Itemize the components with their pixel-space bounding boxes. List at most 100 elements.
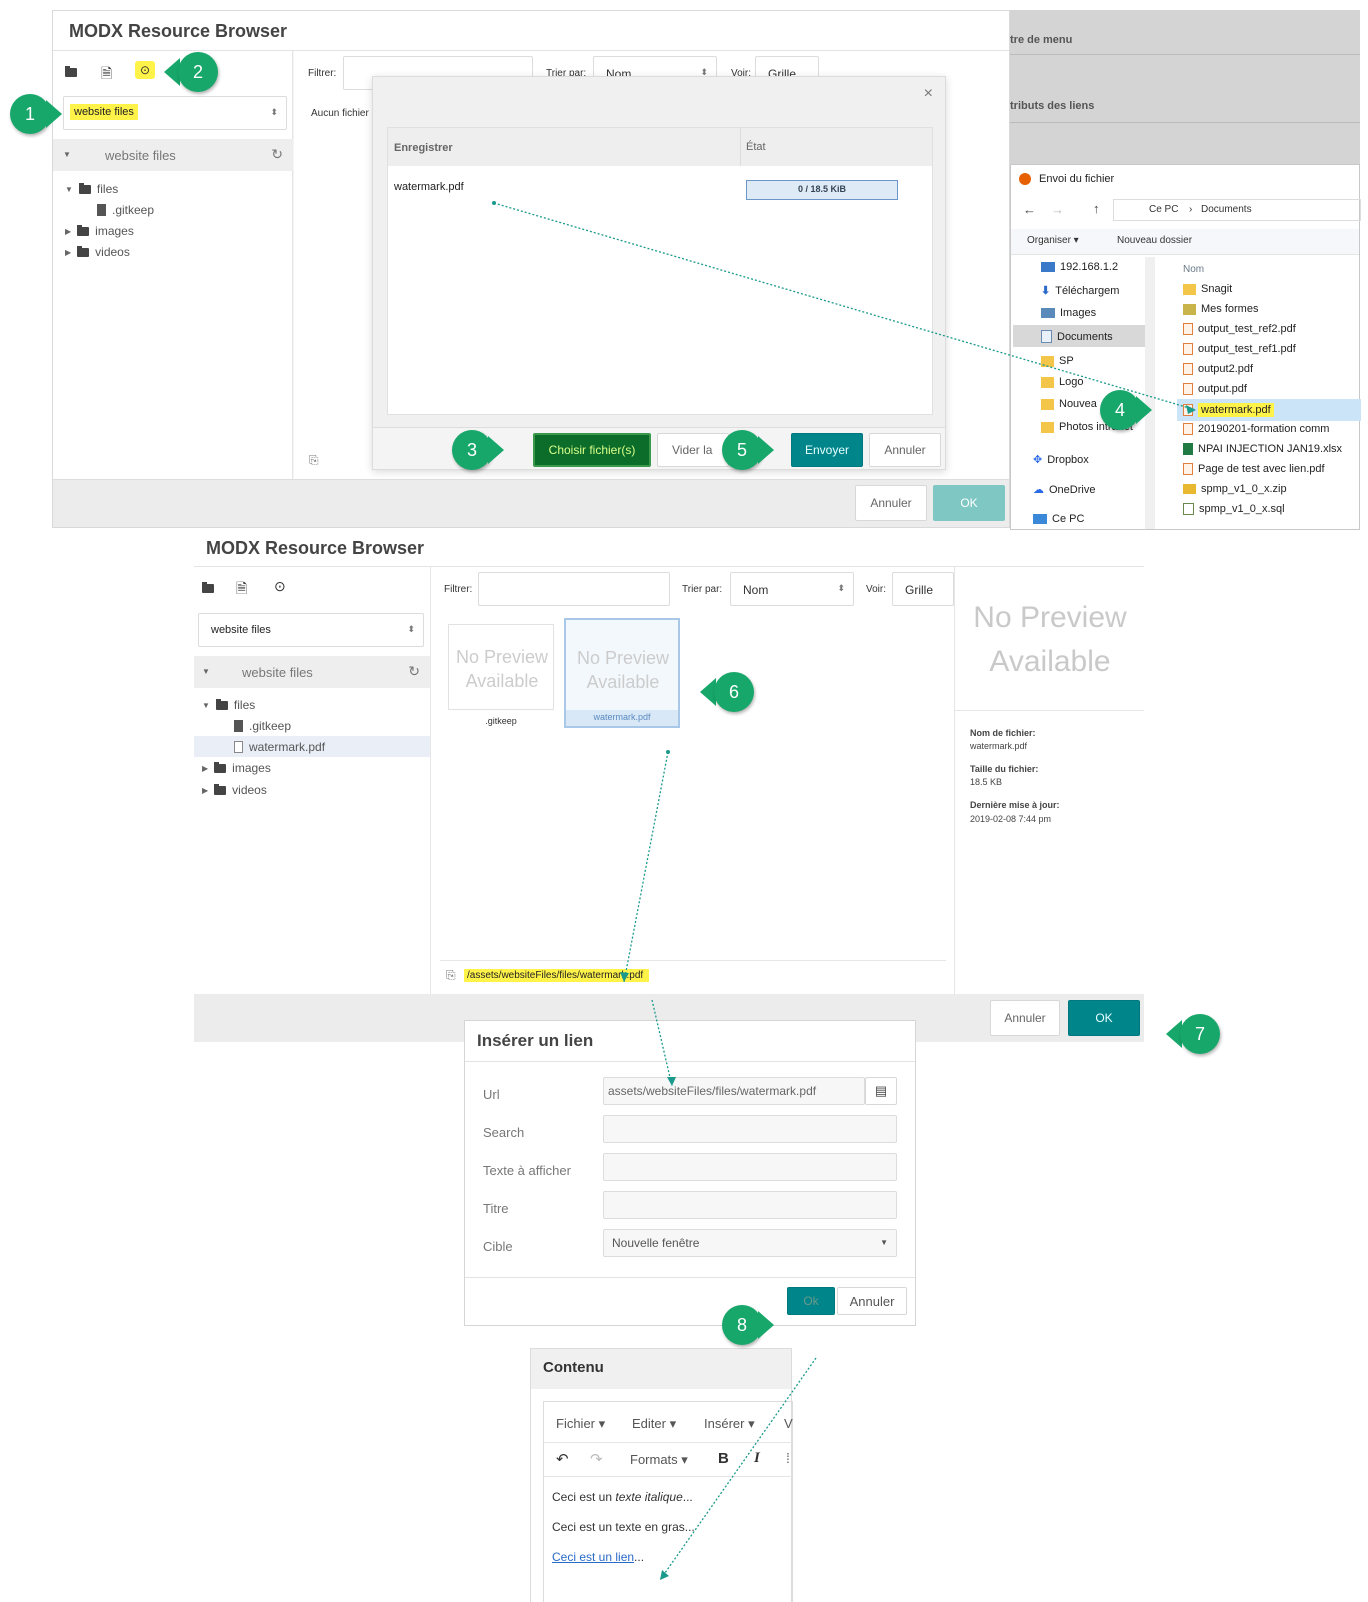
tree-item-gitkeep[interactable]: .gitkeep <box>234 719 291 733</box>
content-line-italic[interactable]: Ceci est un texte italique... <box>552 1490 693 1504</box>
tree-item-files[interactable]: ▼ files <box>202 698 255 712</box>
new-folder-button[interactable]: Nouveau dossier <box>1117 235 1192 246</box>
nav-item[interactable]: Nouvea <box>1041 398 1097 410</box>
view-select[interactable]: Grille <box>892 572 954 606</box>
file-item[interactable]: output.pdf <box>1183 383 1247 395</box>
refresh-icon[interactable]: ↻ <box>271 146 283 163</box>
menu-insert[interactable]: Insérer ▾ <box>704 1416 755 1432</box>
nav-item[interactable]: SP <box>1041 355 1074 367</box>
ok-button[interactable]: Ok <box>787 1287 835 1315</box>
cancel-button[interactable]: Annuler <box>869 433 941 467</box>
sort-select[interactable]: Nom ⬍ <box>730 572 854 606</box>
organize-button[interactable]: Organiser ▾ <box>1027 235 1079 246</box>
tree-item-images[interactable]: ▶ images <box>202 761 271 775</box>
nav-item-documents[interactable]: Documents <box>1041 330 1113 343</box>
file-item[interactable]: Page de test avec lien.pdf <box>1183 463 1325 475</box>
italic-button[interactable]: I <box>754 1450 760 1467</box>
menu-view[interactable]: V <box>784 1416 793 1431</box>
target-select[interactable]: Nouvelle fenêtre ▼ <box>603 1229 897 1257</box>
redo-icon[interactable]: ↷ <box>590 1450 603 1468</box>
content-line-link[interactable]: Ceci est un lien... <box>552 1550 644 1564</box>
file-item-watermark[interactable]: watermark.pdf <box>1183 403 1274 417</box>
title-divider <box>194 566 1144 567</box>
file-icon[interactable]: 🗎 <box>236 578 247 602</box>
nav-item[interactable]: ✥ Dropbox <box>1033 453 1089 467</box>
tree-header[interactable]: ▼ website files ↻ <box>194 656 430 688</box>
search-input[interactable] <box>603 1115 897 1143</box>
menu-file[interactable]: Fichier ▾ <box>556 1416 605 1432</box>
nav-item[interactable]: Logo <box>1041 376 1083 388</box>
folder-icon[interactable] <box>202 582 214 596</box>
menu-edit[interactable]: Editer ▾ <box>632 1416 676 1432</box>
cancel-button[interactable]: Annuler <box>837 1287 907 1315</box>
back-icon[interactable]: ← <box>1023 202 1036 217</box>
progress-text: 0 / 18.5 KiB <box>797 184 847 194</box>
url-input[interactable]: assets/websiteFiles/files/watermark.pdf <box>603 1077 865 1105</box>
step-badge-5: 5 <box>722 430 782 470</box>
forward-icon[interactable]: → <box>1051 202 1064 217</box>
filter-input[interactable] <box>478 572 670 606</box>
content-editor: Contenu Fichier ▾ Editer ▾ Insérer ▾ V ↶… <box>530 1348 793 1602</box>
choose-files-button[interactable]: Choisir fichier(s) <box>533 433 651 467</box>
nav-item[interactable]: ☁ OneDrive <box>1033 483 1095 497</box>
file-item[interactable]: output_test_ref1.pdf <box>1183 343 1296 355</box>
refresh-icon[interactable]: ↻ <box>408 663 420 680</box>
thumbnail-gitkeep[interactable]: No Preview Available <box>448 624 554 710</box>
tree-label: images <box>232 761 271 775</box>
file-label: output.pdf <box>1198 383 1247 395</box>
tree-item-images[interactable]: ▶ images <box>65 224 134 238</box>
tree-item-videos[interactable]: ▶ videos <box>202 783 267 797</box>
nav-item[interactable]: Images <box>1041 307 1096 319</box>
tree-item-gitkeep[interactable]: .gitkeep <box>97 203 154 217</box>
pdf-icon <box>1183 383 1193 395</box>
background-menu: tre de menu tributs des liens <box>1010 10 1360 170</box>
file-item[interactable]: Snagit <box>1183 283 1232 295</box>
tree-label: .gitkeep <box>112 203 155 217</box>
file-item[interactable]: 20190201-formation comm <box>1183 423 1329 435</box>
text-input[interactable] <box>603 1153 897 1181</box>
tree-item-files[interactable]: ▼ files <box>65 182 118 196</box>
ok-button[interactable]: OK <box>1068 1000 1140 1036</box>
tree-item-videos[interactable]: ▶ videos <box>65 245 130 259</box>
title-input[interactable] <box>603 1191 897 1219</box>
file-icon[interactable]: 🗎 <box>101 63 112 87</box>
undo-icon[interactable]: ↶ <box>556 1450 569 1468</box>
caret-right-icon: ▶ <box>65 226 72 236</box>
file-item[interactable]: NPAI INJECTION JAN19.xlsx <box>1183 443 1342 455</box>
nav-item[interactable]: 192.168.1.2 <box>1041 261 1118 273</box>
cancel-button[interactable]: Annuler <box>990 1000 1060 1036</box>
nav-item[interactable]: Ce PC <box>1033 513 1084 525</box>
file-item[interactable]: spmp_v1_0_x.zip <box>1183 483 1287 495</box>
send-button[interactable]: Envoyer <box>791 433 863 467</box>
bold-button[interactable]: B <box>718 1450 729 1467</box>
thumbnail-watermark[interactable]: No Preview Available watermark.pdf <box>564 618 680 728</box>
upload-icon[interactable]: ⊙ <box>274 578 286 595</box>
badge-circle: 6 <box>714 672 754 712</box>
tree-item-watermark[interactable]: watermark.pdf <box>234 740 325 754</box>
file-item[interactable]: output_test_ref2.pdf <box>1183 323 1296 335</box>
clear-button[interactable]: Vider la <box>657 433 729 467</box>
up-icon[interactable]: ↑ <box>1093 201 1100 216</box>
source-select[interactable]: website files ⬍ <box>63 96 287 130</box>
more-icon[interactable]: ⁞ <box>786 1450 790 1466</box>
file-item[interactable]: spmp_v1_0_x.sql <box>1183 503 1285 515</box>
source-select[interactable]: website files ⬍ <box>198 613 424 647</box>
text-link[interactable]: Ceci est un lien <box>552 1550 634 1564</box>
file-item[interactable]: Mes formes <box>1183 303 1258 315</box>
ok-button[interactable]: OK <box>933 485 1005 521</box>
upload-icon[interactable]: ⊙ <box>135 61 155 79</box>
browse-button[interactable]: ▤ <box>865 1077 897 1105</box>
file-item[interactable]: output2.pdf <box>1183 363 1253 375</box>
badge-circle: 3 <box>452 430 492 470</box>
content-line-bold[interactable]: Ceci est un texte en gras... <box>552 1520 695 1534</box>
tree-label: images <box>95 224 134 238</box>
formats-dropdown[interactable]: Formats ▾ <box>630 1452 688 1468</box>
cancel-button[interactable]: Annuler <box>855 485 927 521</box>
nav-item[interactable]: ⬇ Téléchargem <box>1041 284 1119 298</box>
folder-icon[interactable] <box>65 66 77 80</box>
col-name-header: Nom <box>1183 264 1205 275</box>
tree-label: videos <box>232 783 267 797</box>
sort-value: Nom <box>743 583 769 597</box>
close-icon[interactable]: × <box>924 85 933 103</box>
tree-header[interactable]: ▼ website files ↻ <box>53 139 293 171</box>
